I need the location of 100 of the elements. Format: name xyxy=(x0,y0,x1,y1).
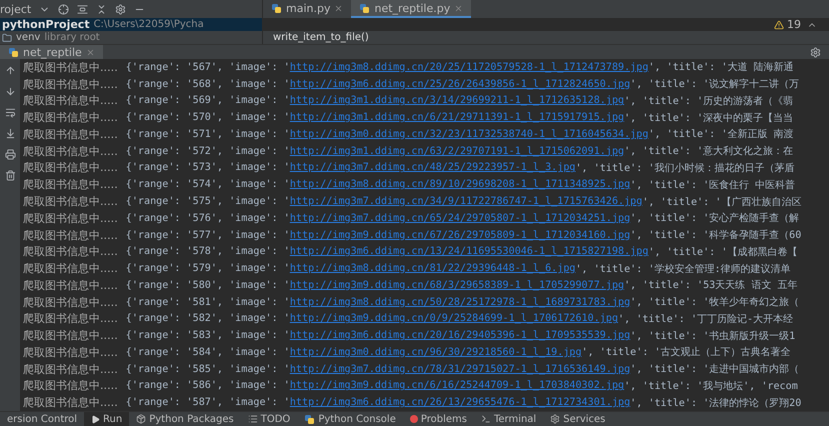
image-link[interactable]: http://img3m7.ddimg.cn/65/24/29705807-1_l_1712034251.jpg xyxy=(290,212,630,224)
log-text: {'range': '581', 'image': ' xyxy=(126,296,290,308)
log-text: {'range': '580', 'image': ' xyxy=(126,280,290,291)
image-link[interactable]: http://img3m0.ddimg.cn/32/23/11732538740-1_l_1716045634.jpg xyxy=(290,128,648,140)
log-prefix: 爬取图书信息中..... xyxy=(23,278,118,293)
log-prefix: 爬取图书信息中..... xyxy=(23,76,118,92)
log-text: ', 'title': '科学备孕随手查（60 xyxy=(630,228,802,242)
log-text: ', 'title': '53天天练 语文 五年 xyxy=(624,278,798,292)
image-link[interactable]: http://img3m7.ddimg.cn/78/31/29715027-1_l_1716536149.jpg xyxy=(290,364,630,375)
run-tab[interactable]: net_reptile xyxy=(0,45,103,59)
log-text: {'range': '577', 'image': ' xyxy=(126,230,290,241)
image-link[interactable]: http://img3m7.ddimg.cn/34/9/11722786747-1_l_1715763426.jpg xyxy=(290,196,642,207)
log-prefix: 爬取图书信息中..... xyxy=(23,362,118,377)
image-link[interactable]: http://img3m9.ddimg.cn/0/9/25284699-1_l_1706172610.jpg xyxy=(290,313,618,324)
trash-icon[interactable] xyxy=(4,170,16,181)
log-text: {'range': '587', 'image': ' xyxy=(126,397,290,408)
log-text: ', 'title': '我们小时候：描花的日子（茅盾 xyxy=(575,162,794,175)
tool-window-button[interactable]: Services xyxy=(543,412,612,426)
log-text: {'range': '568', 'image': ' xyxy=(126,78,290,90)
arrow-up-icon[interactable] xyxy=(4,65,16,76)
log-prefix: 爬取图书信息中..... xyxy=(23,144,118,159)
expand-all-icon[interactable] xyxy=(77,4,88,14)
log-text: {'range': '584', 'image': ' xyxy=(126,346,290,358)
log-text: {'range': '582', 'image': ' xyxy=(126,313,290,324)
log-prefix: 爬取图书信息中..... xyxy=(23,228,118,243)
image-link[interactable]: http://img3m6.ddimg.cn/20/16/29405396-1_l_1709535539.jpg xyxy=(290,330,630,342)
image-link[interactable]: http://img3m6.ddimg.cn/26/13/29655476-1_l_1712734301.jpg xyxy=(290,397,630,408)
log-text: {'range': '572', 'image': ' xyxy=(126,146,290,157)
editor-tab[interactable]: main.py xyxy=(263,0,352,18)
log-text: ', 'title': '丁丁历险记-大开本经 xyxy=(618,312,794,326)
log-text: ', 'title': '深夜中的栗子【当当 xyxy=(624,112,794,125)
log-text: {'range': '578', 'image': ' xyxy=(126,246,290,258)
image-link[interactable]: http://img3m1.ddimg.cn/3/14/29699211-1_l_1712635128.jpg xyxy=(290,95,624,106)
editor-tab[interactable]: net_reptile.py xyxy=(351,0,472,18)
tool-window-button[interactable]: Terminal xyxy=(474,412,544,426)
log-prefix: 爬取图书信息中..... xyxy=(23,126,118,142)
log-text: ', 'title': '书虫新版升级一级1 xyxy=(630,330,796,343)
image-link[interactable]: http://img3m6.ddimg.cn/13/24/11695530046-1_l_1715827198.jpg xyxy=(290,246,648,258)
log-text: {'range': '585', 'image': ' xyxy=(126,364,290,375)
log-prefix: 爬取图书信息中..... xyxy=(23,294,118,310)
image-link[interactable]: http://img3m8.ddimg.cn/50/28/25172978-1_l_1689731783.jpg xyxy=(290,296,630,308)
image-link[interactable]: http://img3m9.ddimg.cn/67/26/29705809-1_l_1712034160.jpg xyxy=(290,230,630,241)
tool-window-button[interactable]: ersion Control xyxy=(0,412,84,426)
image-link[interactable]: http://img3m1.ddimg.cn/6/21/29711391-1_l_1715917915.jpg xyxy=(290,112,624,124)
log-prefix: 爬取图书信息中..... xyxy=(23,378,118,394)
log-text: ', 'title': '【成都黑白卷【 xyxy=(648,246,798,259)
log-prefix: 爬取图书信息中..... xyxy=(23,261,118,276)
log-prefix: 爬取图书信息中..... xyxy=(23,160,118,176)
log-text: {'range': '576', 'image': ' xyxy=(126,212,290,224)
log-text: ', 'title': '安心产检随手查（解 xyxy=(630,212,800,226)
arrow-down-icon[interactable] xyxy=(4,86,16,97)
log-text: ', 'title': '意大利文化之旅：在 xyxy=(624,144,794,158)
log-text: ', 'title': '我与地坛', 'recom xyxy=(624,380,798,393)
play-icon xyxy=(91,414,100,424)
project-tree-item[interactable]: pythonProject C:\Users\22059\Pycha xyxy=(0,18,262,31)
log-text: ', 'title': '说文解字十二讲（万 xyxy=(630,78,800,92)
log-prefix: 爬取图书信息中..... xyxy=(23,344,118,360)
log-text: {'range': '571', 'image': ' xyxy=(126,128,290,140)
log-text: {'range': '574', 'image': ' xyxy=(126,179,290,190)
error-dot-icon xyxy=(410,415,418,423)
image-link[interactable]: http://img3m6.ddimg.cn/25/26/26439856-1_l_1712824650.jpg xyxy=(290,78,630,90)
tool-window-button[interactable]: TODO xyxy=(240,412,298,426)
image-link[interactable]: http://img3m8.ddimg.cn/81/22/29396448-1_l_6.jpg xyxy=(290,263,576,274)
log-prefix: 爬取图书信息中..... xyxy=(23,177,118,192)
scroll-to-end-icon[interactable] xyxy=(4,128,16,139)
log-text: ', 'title': '大道 陆海新通 xyxy=(648,60,794,74)
tool-window-button[interactable]: Python Packages xyxy=(129,412,241,426)
log-prefix: 爬取图书信息中..... xyxy=(23,110,118,126)
image-link[interactable]: http://img3m9.ddimg.cn/68/3/29658389-1_l_1705299077.jpg xyxy=(290,280,624,291)
settings-icon[interactable] xyxy=(810,46,821,58)
image-link[interactable]: http://img3m0.ddimg.cn/96/30/29218560-1_l_19.jpg xyxy=(290,346,582,358)
log-text: {'range': '579', 'image': ' xyxy=(126,263,290,274)
folder-icon xyxy=(2,32,12,42)
close-icon[interactable] xyxy=(334,4,344,12)
log-prefix: 爬取图书信息中..... xyxy=(23,328,118,344)
log-text: ', 'title': '【广西壮族自治区 xyxy=(642,196,802,208)
crosshair-icon[interactable] xyxy=(58,4,70,14)
printer-icon[interactable] xyxy=(4,149,16,160)
tool-window-button[interactable]: Python Console xyxy=(297,412,403,426)
log-prefix: 爬取图书信息中..... xyxy=(23,93,118,108)
tool-window-button[interactable]: Problems xyxy=(402,412,474,426)
image-link[interactable]: http://img3m9.ddimg.cn/6/16/25244709-1_l_1703840302.jpg xyxy=(290,380,624,392)
log-prefix: 爬取图书信息中..... xyxy=(23,395,118,410)
log-text: {'range': '583', 'image': ' xyxy=(126,330,290,342)
image-link[interactable]: http://img3m8.ddimg.cn/20/25/11720579528-1_l_1712473789.jpg xyxy=(290,62,648,73)
image-link[interactable]: http://img3m8.ddimg.cn/89/10/29698208-1_l_1711348925.jpg xyxy=(290,179,630,190)
folder-tree-item[interactable]: venv library root xyxy=(0,31,262,44)
python-file-icon xyxy=(271,2,282,14)
settings-icon[interactable] xyxy=(115,4,126,14)
wrap-text-icon[interactable] xyxy=(4,107,16,118)
image-link[interactable]: http://img3m7.ddimg.cn/48/25/29223957-1_l_3.jpg xyxy=(290,162,576,174)
tool-window-button[interactable]: Run xyxy=(84,412,130,426)
warning-count[interactable]: 19 xyxy=(774,18,801,31)
log-text: {'range': '569', 'image': ' xyxy=(126,95,290,106)
log-text: ', 'title': '历史的游荡者（《翡 xyxy=(624,94,794,108)
warning-icon xyxy=(774,20,784,30)
log-text: ', 'title': '学校安全管理:律师的建议清单 xyxy=(575,262,791,276)
image-link[interactable]: http://img3m1.ddimg.cn/63/2/29707191-1_l_1715062091.jpg xyxy=(290,146,624,157)
log-text: {'range': '570', 'image': ' xyxy=(126,112,290,124)
log-text: {'range': '575', 'image': ' xyxy=(126,196,290,207)
